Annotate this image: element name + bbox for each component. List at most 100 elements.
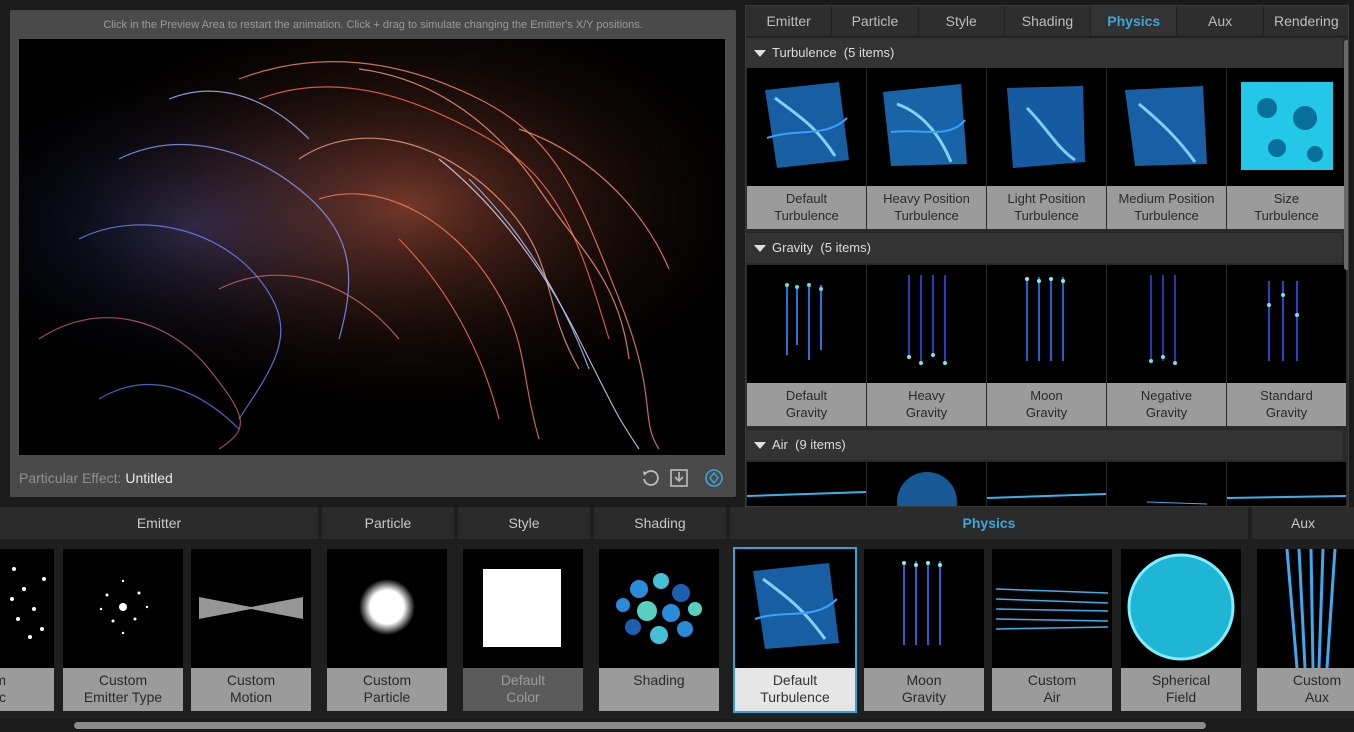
air-thumbnail bbox=[1227, 462, 1346, 506]
preview-hint: Click in the Preview Area to restart the… bbox=[103, 19, 643, 31]
preset-slot-particle[interactable]: Custom Particle bbox=[327, 549, 447, 711]
tab-physics[interactable]: Physics bbox=[1091, 6, 1178, 36]
preset-label: Standard Gravity bbox=[1227, 383, 1346, 426]
tab-shading[interactable]: Shading bbox=[1004, 6, 1092, 36]
strip-head-emitter[interactable]: Emitter bbox=[0, 507, 318, 539]
strip-head-aux[interactable]: Aux bbox=[1252, 507, 1354, 539]
preset-slot-emitter-rate[interactable]: m /Sec bbox=[0, 549, 54, 711]
tab-emitter[interactable]: Emitter bbox=[746, 6, 833, 36]
preset-slot-label: Custom Air bbox=[992, 668, 1112, 711]
preset-label: Size Turbulence bbox=[1227, 186, 1346, 229]
air-thumbnail bbox=[992, 549, 1112, 668]
preset-slot-color[interactable]: Default Color bbox=[463, 549, 583, 711]
gravity-thumbnail bbox=[1107, 265, 1226, 383]
gravity-thumbnail bbox=[747, 265, 866, 383]
category-count: (5 items) bbox=[843, 45, 895, 60]
preset-slot-spherical-field[interactable]: Spherical Field bbox=[1121, 549, 1241, 711]
preset-slot-label: Custom Emitter Type bbox=[63, 668, 183, 711]
category-header-air[interactable]: Air (9 items) bbox=[746, 429, 1342, 460]
preset-slot-label: Custom Aux bbox=[1257, 668, 1354, 711]
tab-particle[interactable]: Particle bbox=[832, 6, 919, 36]
gravity-thumbnail bbox=[1227, 265, 1346, 383]
air-thumbnail bbox=[987, 462, 1106, 506]
emitter-thumbnail bbox=[0, 549, 54, 668]
spherical-field-thumbnail bbox=[1121, 549, 1241, 668]
preset-slot-motion[interactable]: Custom Motion bbox=[191, 549, 311, 711]
preset-tile[interactable] bbox=[1227, 462, 1346, 506]
horizontal-scrollbar-thumb[interactable] bbox=[74, 722, 1206, 729]
tab-style[interactable]: Style bbox=[918, 6, 1005, 36]
effect-name-row: Particular Effect: Untitled bbox=[19, 470, 173, 486]
preset-tile[interactable] bbox=[867, 462, 986, 506]
preset-tile[interactable]: Medium Position Turbulence bbox=[1107, 68, 1226, 229]
preset-slot-label: Moon Gravity bbox=[864, 668, 984, 711]
air-thumbnail bbox=[867, 462, 986, 506]
reset-icon[interactable] bbox=[640, 467, 662, 489]
preset-slot-turbulence[interactable]: Default Turbulence bbox=[733, 547, 857, 713]
preset-tile[interactable] bbox=[1107, 462, 1226, 506]
preset-tile[interactable]: Default Turbulence bbox=[747, 68, 866, 229]
gravity-grid: Default Gravity Heavy Gravity Moon Gravi… bbox=[747, 265, 1346, 426]
preview-area[interactable] bbox=[19, 39, 725, 455]
strip-head-style[interactable]: Style bbox=[458, 507, 590, 539]
save-preset-icon[interactable] bbox=[668, 467, 690, 489]
preset-tile[interactable]: Size Turbulence bbox=[1227, 68, 1346, 229]
emitter-type-thumbnail bbox=[63, 549, 183, 668]
strip-head-shading[interactable]: Shading bbox=[594, 507, 726, 539]
preset-slot-gravity[interactable]: Moon Gravity bbox=[864, 549, 984, 711]
air-grid bbox=[747, 462, 1346, 506]
tab-rendering[interactable]: Rendering bbox=[1263, 6, 1348, 36]
preset-tile[interactable] bbox=[747, 462, 866, 506]
preset-label: Heavy Position Turbulence bbox=[867, 186, 986, 229]
preset-tile[interactable]: Standard Gravity bbox=[1227, 265, 1346, 426]
turbulence-thumbnail bbox=[735, 549, 855, 668]
shading-thumbnail bbox=[599, 549, 719, 668]
horizontal-scrollbar bbox=[0, 719, 1354, 732]
preset-tile[interactable]: Default Gravity bbox=[747, 265, 866, 426]
preset-tile[interactable] bbox=[987, 462, 1106, 506]
category-title: Air bbox=[772, 437, 788, 452]
turbulence-thumbnail bbox=[867, 68, 986, 186]
category-count: (9 items) bbox=[795, 437, 846, 452]
preset-label: Default Gravity bbox=[747, 383, 866, 426]
air-thumbnail bbox=[1107, 462, 1226, 506]
preset-tile[interactable]: Moon Gravity bbox=[987, 265, 1106, 426]
air-thumbnail bbox=[747, 462, 866, 506]
preset-slot-label: Default Turbulence bbox=[735, 668, 855, 711]
motion-thumbnail bbox=[191, 549, 311, 668]
preset-browser-icon[interactable] bbox=[703, 467, 725, 489]
preset-browser-panel: Emitter Particle Style Shading Physics A… bbox=[745, 5, 1349, 507]
preset-slot-label: Spherical Field bbox=[1121, 668, 1241, 711]
preset-slot-aux[interactable]: Custom Aux bbox=[1257, 549, 1354, 711]
category-count: (5 items) bbox=[820, 240, 871, 255]
preset-tile[interactable]: Negative Gravity bbox=[1107, 265, 1226, 426]
preset-slot-label: m /Sec bbox=[0, 668, 54, 711]
particle-thumbnail bbox=[327, 549, 447, 668]
turbulence-thumbnail bbox=[1107, 68, 1226, 186]
gravity-thumbnail bbox=[864, 549, 984, 668]
turbulence-thumbnail bbox=[1227, 68, 1346, 186]
preset-tile[interactable]: Heavy Gravity bbox=[867, 265, 986, 426]
effect-name: Untitled bbox=[125, 470, 173, 486]
category-header-turbulence[interactable]: Turbulence (5 items) bbox=[746, 37, 1342, 68]
particle-preview-render bbox=[19, 39, 725, 455]
preset-slot-air[interactable]: Custom Air bbox=[992, 549, 1112, 711]
preset-label: Medium Position Turbulence bbox=[1107, 186, 1226, 229]
preview-panel: Click in the Preview Area to restart the… bbox=[10, 10, 736, 497]
gravity-thumbnail bbox=[987, 265, 1106, 383]
preset-tile[interactable]: Heavy Position Turbulence bbox=[867, 68, 986, 229]
strip-head-particle[interactable]: Particle bbox=[322, 507, 454, 539]
strip-head-physics[interactable]: Physics bbox=[730, 507, 1248, 539]
category-title: Turbulence bbox=[772, 45, 837, 60]
preset-slot-shading[interactable]: Shading bbox=[599, 549, 719, 711]
color-thumbnail bbox=[463, 549, 583, 668]
preset-chain-strip: Emitter Particle Style Shading Physics A… bbox=[0, 507, 1354, 732]
vertical-scrollbar[interactable] bbox=[1344, 40, 1348, 270]
preset-slot-label: Custom Motion bbox=[191, 668, 311, 711]
preset-tile[interactable]: Light Position Turbulence bbox=[987, 68, 1106, 229]
tab-aux[interactable]: Aux bbox=[1177, 6, 1264, 36]
preset-slot-emitter-type[interactable]: Custom Emitter Type bbox=[63, 549, 183, 711]
category-header-gravity[interactable]: Gravity (5 items) bbox=[746, 232, 1342, 263]
preset-slot-label: Default Color bbox=[463, 668, 583, 711]
preset-label: Light Position Turbulence bbox=[987, 186, 1106, 229]
